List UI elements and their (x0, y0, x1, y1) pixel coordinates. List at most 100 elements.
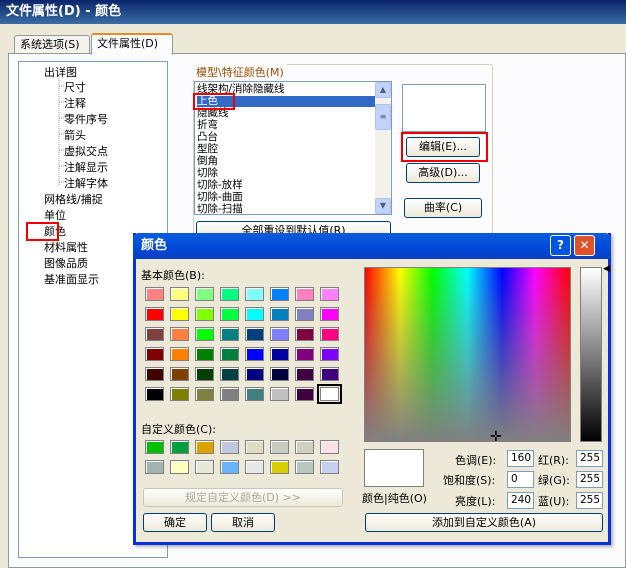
color-swatch[interactable] (295, 347, 314, 361)
color-swatch[interactable] (245, 307, 264, 321)
list-item[interactable]: 切除-放样 (197, 180, 375, 191)
list-item[interactable]: 凸台 (197, 132, 375, 143)
color-swatch[interactable] (195, 460, 214, 474)
color-swatch[interactable] (245, 387, 264, 401)
color-swatch[interactable] (195, 287, 214, 301)
advanced-button[interactable]: 高级(D)... (406, 163, 480, 183)
tree-item-virtual-sharps[interactable]: 虚拟交点 (64, 145, 108, 160)
color-swatch[interactable] (295, 307, 314, 321)
color-swatch[interactable] (270, 367, 289, 381)
color-swatch[interactable] (170, 307, 189, 321)
color-swatch[interactable] (245, 367, 264, 381)
tree-item-dimensions[interactable]: 尺寸 (64, 81, 86, 96)
scroll-down-icon[interactable]: ▼ (375, 198, 391, 214)
list-item[interactable]: 型腔 (197, 144, 375, 155)
list-item[interactable]: 切除-曲面 (197, 192, 375, 203)
define-custom-colors-button[interactable]: 规定自定义颜色(D) >> (143, 488, 343, 507)
color-swatch[interactable] (245, 327, 264, 341)
color-swatch[interactable] (170, 387, 189, 401)
color-swatch[interactable] (245, 440, 264, 454)
color-swatch[interactable] (295, 367, 314, 381)
color-swatch[interactable] (295, 440, 314, 454)
color-swatch[interactable] (220, 307, 239, 321)
scroll-up-icon[interactable]: ▲ (375, 82, 391, 98)
color-swatch[interactable] (145, 327, 164, 341)
color-swatch[interactable] (270, 347, 289, 361)
blue-field[interactable]: 255 (576, 492, 603, 509)
color-swatch[interactable] (270, 440, 289, 454)
color-swatch[interactable] (195, 387, 214, 401)
color-swatch[interactable] (220, 327, 239, 341)
color-swatch[interactable] (270, 287, 289, 301)
help-icon[interactable]: ? (550, 235, 571, 256)
scroll-thumb[interactable]: ≡ (375, 104, 391, 130)
hue-field[interactable]: 160 (507, 450, 534, 467)
luminance-arrow-icon[interactable]: ◀ (603, 265, 610, 274)
color-swatch[interactable] (270, 327, 289, 341)
color-swatch[interactable] (320, 287, 339, 301)
color-swatch[interactable] (220, 460, 239, 474)
color-swatch[interactable] (320, 440, 339, 454)
color-swatch[interactable] (295, 460, 314, 474)
tab-system-options[interactable]: 系统选项(S) (14, 35, 90, 55)
red-field[interactable]: 255 (576, 450, 603, 467)
color-swatch[interactable] (145, 440, 164, 454)
color-swatch[interactable] (245, 460, 264, 474)
color-swatch[interactable] (220, 367, 239, 381)
list-scrollbar[interactable]: ▲ ≡ ▼ (375, 82, 391, 214)
tree-item-arrows[interactable]: 箭头 (64, 129, 86, 144)
color-swatch[interactable] (270, 307, 289, 321)
close-icon[interactable]: ✕ (574, 235, 595, 256)
cancel-button[interactable]: 取消 (211, 513, 275, 532)
color-swatch[interactable] (295, 327, 314, 341)
color-swatch[interactable] (195, 307, 214, 321)
color-swatch[interactable] (195, 347, 214, 361)
color-swatch[interactable] (145, 287, 164, 301)
tree-item-image-quality[interactable]: 图像品质 (44, 257, 88, 272)
tree-item-grid-snap[interactable]: 网格线/捕捉 (44, 193, 103, 208)
color-swatch[interactable] (295, 387, 314, 401)
list-item[interactable]: 折弯 (197, 120, 375, 131)
tab-document-properties[interactable]: 文件属性(D) (91, 33, 173, 55)
color-swatch[interactable] (195, 327, 214, 341)
color-swatch[interactable] (295, 287, 314, 301)
tree-item-annotation-font[interactable]: 注解字体 (64, 177, 108, 192)
color-spectrum-picker[interactable] (364, 267, 571, 442)
color-swatch[interactable] (270, 460, 289, 474)
color-swatch[interactable] (220, 287, 239, 301)
color-swatch[interactable] (195, 440, 214, 454)
color-swatch[interactable] (145, 460, 164, 474)
color-swatch[interactable] (270, 387, 289, 401)
color-swatch[interactable] (195, 367, 214, 381)
color-swatch[interactable] (170, 287, 189, 301)
color-swatch[interactable] (170, 327, 189, 341)
color-swatch[interactable] (317, 384, 342, 404)
color-swatch[interactable] (320, 307, 339, 321)
color-swatch[interactable] (320, 327, 339, 341)
saturation-field[interactable]: 0 (507, 471, 534, 488)
luminance-slider[interactable] (580, 267, 602, 442)
ok-button[interactable]: 确定 (143, 513, 207, 532)
list-item[interactable]: 切除-扫描 (197, 204, 375, 215)
color-swatch[interactable] (245, 347, 264, 361)
color-swatch[interactable] (320, 460, 339, 474)
luminance-field[interactable]: 240 (507, 492, 534, 509)
color-swatch[interactable] (145, 347, 164, 361)
tree-item-balloons[interactable]: 零件序号 (64, 113, 108, 128)
color-swatch[interactable] (145, 387, 164, 401)
tree-item-plane-display[interactable]: 基准面显示 (44, 273, 99, 288)
color-swatch[interactable] (170, 367, 189, 381)
color-swatch[interactable] (220, 387, 239, 401)
tree-item-material-properties[interactable]: 材料属性 (44, 241, 88, 256)
tree-item-annotation-display[interactable]: 注解显示 (64, 161, 108, 176)
list-item[interactable]: 倒角 (197, 156, 375, 167)
color-swatch[interactable] (245, 287, 264, 301)
list-item[interactable]: 切除 (197, 168, 375, 179)
curvature-button[interactable]: 曲率(C) (404, 198, 482, 218)
color-swatch[interactable] (320, 367, 339, 381)
color-swatch[interactable] (145, 307, 164, 321)
color-swatch[interactable] (170, 347, 189, 361)
green-field[interactable]: 255 (576, 471, 603, 488)
tree-item-notes[interactable]: 注释 (64, 97, 86, 112)
color-swatch[interactable] (320, 347, 339, 361)
